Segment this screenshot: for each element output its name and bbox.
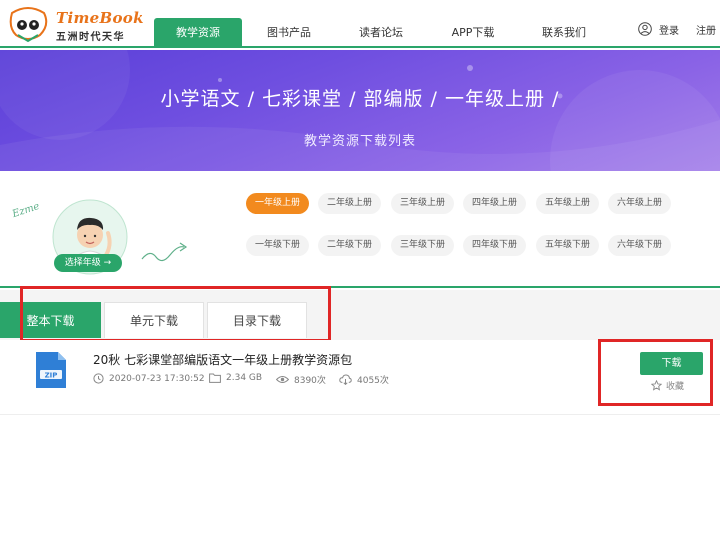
resource-title[interactable]: 20秋 七彩课堂部编版语文一年级上册教学资源包 [93,351,352,368]
logo-name-en: TimeBook [56,9,144,27]
register-link[interactable]: 注册 [696,22,716,37]
grade-btn-g4-up[interactable]: 四年级上册 [463,193,526,214]
resource-downloads-text: 4055次 [357,376,389,386]
resource-size-text: 2.34 GB [226,373,263,383]
grade-btn-g2-up[interactable]: 二年级上册 [318,193,381,214]
nav-item-book-products[interactable]: 图书产品 [246,18,332,48]
resource-views-text: 8390次 [294,376,326,386]
grade-selection-panel: Ezme 选择年级 → 一年级上册 二年级上册 三年级上册 四年级上册 五年级上… [0,171,720,288]
cloud-download-icon [339,374,352,385]
nav-item-reader-forum[interactable]: 读者论坛 [338,18,424,48]
tab-catalog-download[interactable]: 目录下载 [207,302,307,338]
grade-btn-g3-up[interactable]: 三年级上册 [391,193,454,214]
grade-btn-g2-down[interactable]: 二年级下册 [318,235,381,256]
download-tabs: 整本下载 单元下载 目录下载 [0,290,720,340]
grade-btn-g5-up[interactable]: 五年级上册 [536,193,599,214]
resource-date: 2020-07-23 17:30:52 [93,373,205,384]
grade-btn-g6-up[interactable]: 六年级上册 [608,193,671,214]
grade-btn-g4-down[interactable]: 四年级下册 [463,235,526,256]
site-logo[interactable]: TimeBook 五洲时代天华 [6,5,146,43]
folder-icon [209,373,221,383]
grade-btn-g3-down[interactable]: 三年级下册 [391,235,454,256]
page-subtitle: 教学资源下载列表 [303,134,416,149]
login-link[interactable]: 登录 [659,22,679,37]
breadcrumb-title: 小学语文 / 七彩课堂 / 部编版 / 一年级上册 / [160,88,560,110]
tab-unit-download[interactable]: 单元下载 [104,302,204,338]
grade-btn-g1-down[interactable]: 一年级下册 [246,235,309,256]
tab-full-download[interactable]: 整本下载 [0,302,101,338]
logo-mark-icon [9,7,48,43]
user-icon[interactable] [638,22,652,36]
star-icon [651,380,662,391]
nav-item-teaching-resources[interactable]: 教学资源 [154,18,242,48]
grade-btn-g1-up[interactable]: 一年级上册 [246,193,309,214]
nav-item-app-download[interactable]: APP下载 [430,18,516,48]
squiggle-decoration [141,242,188,262]
resource-date-text: 2020-07-23 17:30:52 [109,373,205,384]
resource-list-item: ZIP 20秋 七彩课堂部编版语文一年级上册教学资源包 2020-07-23 1… [0,340,720,415]
zip-file-icon: ZIP [36,352,66,388]
logo-name-cn: 五洲时代天华 [56,32,125,43]
eye-icon [276,375,289,384]
doodle-text: Ezme [10,200,41,221]
resource-downloads: 4055次 [339,373,389,386]
grade-btn-g5-down[interactable]: 五年级下册 [536,235,599,256]
file-type-label: ZIP [45,371,58,379]
clock-icon [93,373,104,384]
page-banner: 小学语文 / 七彩课堂 / 部编版 / 一年级上册 / 教学资源下载列表 [0,50,720,171]
favorite-button[interactable]: 收藏 [651,379,684,392]
nav-item-contact-us[interactable]: 联系我们 [520,18,608,48]
site-header: TimeBook 五洲时代天华 教学资源 图书产品 读者论坛 APP下载 联系我… [0,0,720,48]
resource-views: 8390次 [276,373,326,386]
resource-size: 2.34 GB [209,373,262,383]
download-button[interactable]: 下载 [640,352,703,375]
favorite-label: 收藏 [666,382,685,392]
select-grade-button[interactable]: 选择年级 → [54,254,122,272]
grade-btn-g6-down[interactable]: 六年级下册 [608,235,671,256]
